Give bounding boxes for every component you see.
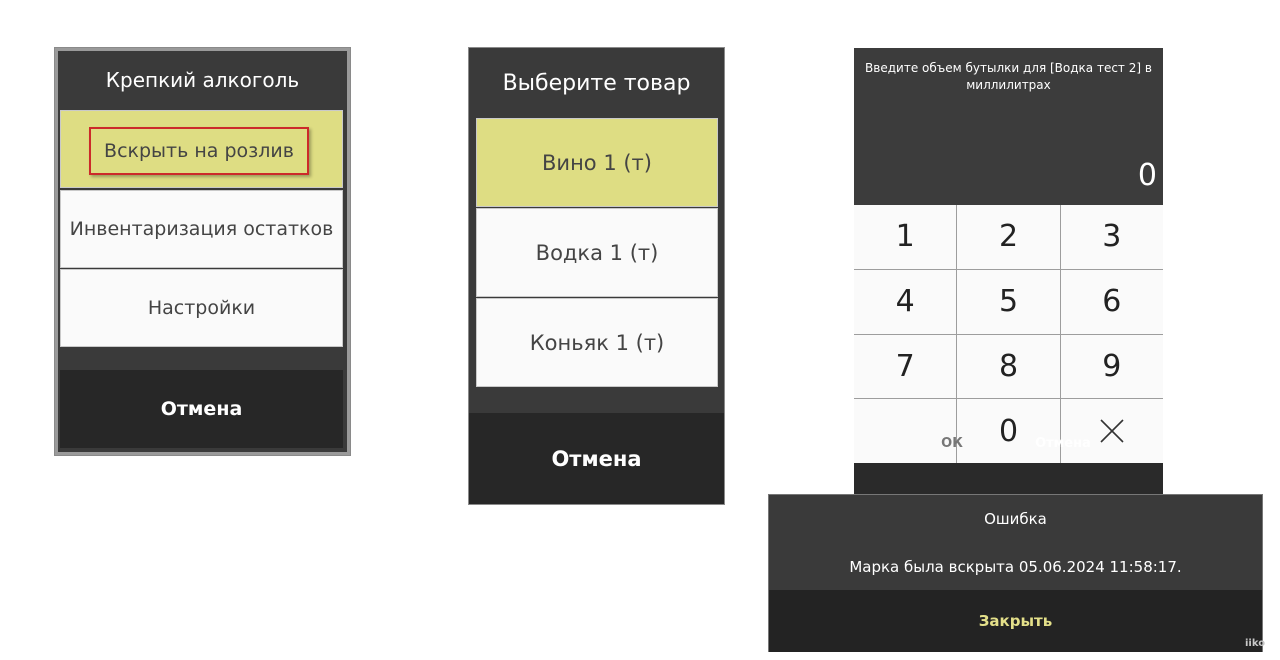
product-item-cognac[interactable]: Коньяк 1 (т) [476, 298, 718, 387]
cancel-button[interactable]: Отмена [60, 370, 343, 448]
menu-item-label: Настройки [147, 297, 256, 319]
highlight-callout: Вскрыть на розлив [89, 127, 309, 175]
dialog-volume-keypad: Введите объем бутылки для [Водка тест 2]… [854, 48, 1163, 518]
menu-item-open-for-pouring[interactable]: Вскрыть на розлив [60, 110, 343, 188]
ok-button[interactable]: ОК [930, 436, 974, 451]
menu-item-label: Вскрыть на розлив [104, 140, 294, 162]
product-label: Коньяк 1 (т) [529, 330, 665, 355]
key-9[interactable]: 9 [1060, 334, 1163, 399]
key-5[interactable]: 5 [957, 269, 1060, 334]
key-1[interactable]: 1 [854, 205, 957, 269]
keypad-cancel-button[interactable]: Отмена [1026, 436, 1100, 451]
product-item-wine[interactable]: Вино 1 (т) [476, 118, 718, 207]
brand-logo: iiko [1245, 638, 1266, 649]
product-item-vodka[interactable]: Водка 1 (т) [476, 208, 718, 297]
product-label: Вино 1 (т) [542, 150, 652, 175]
dialog-error: Ошибка Марка была вскрыта 05.06.2024 11:… [768, 494, 1263, 652]
volume-prompt: Введите объем бутылки для [Водка тест 2]… [865, 61, 1152, 92]
key-empty [854, 399, 957, 463]
key-6[interactable]: 6 [1060, 269, 1163, 334]
key-3[interactable]: 3 [1060, 205, 1163, 269]
error-title: Ошибка [984, 510, 1047, 528]
menu-item-inventory[interactable]: Инвентаризация остатков [60, 190, 343, 268]
clear-key[interactable] [1060, 399, 1163, 463]
key-0[interactable]: 0 [957, 399, 1060, 463]
dialog-strong-alcohol: Крепкий алкоголь Вскрыть на розлив Инвен… [54, 47, 351, 456]
numeric-keypad: 1 2 3 4 5 6 7 8 9 0 [854, 205, 1163, 463]
key-8[interactable]: 8 [957, 334, 1060, 399]
dialog-title: Выберите товар [502, 70, 691, 96]
error-message: Марка была вскрыта 05.06.2024 11:58:17. [849, 558, 1182, 576]
close-button[interactable]: Закрыть [769, 590, 1262, 652]
menu-item-label: Инвентаризация остатков [69, 218, 334, 240]
dialog-select-product: Выберите товар Вино 1 (т) Водка 1 (т) Ко… [468, 47, 725, 505]
volume-display: 0 [1137, 158, 1157, 193]
key-2[interactable]: 2 [957, 205, 1060, 269]
key-7[interactable]: 7 [854, 334, 957, 399]
menu-item-settings[interactable]: Настройки [60, 269, 343, 347]
dialog-title: Крепкий алкоголь [105, 67, 300, 92]
product-label: Водка 1 (т) [535, 240, 659, 265]
cancel-button[interactable]: Отмена [469, 413, 724, 504]
close-icon [1100, 419, 1124, 443]
key-4[interactable]: 4 [854, 269, 957, 334]
